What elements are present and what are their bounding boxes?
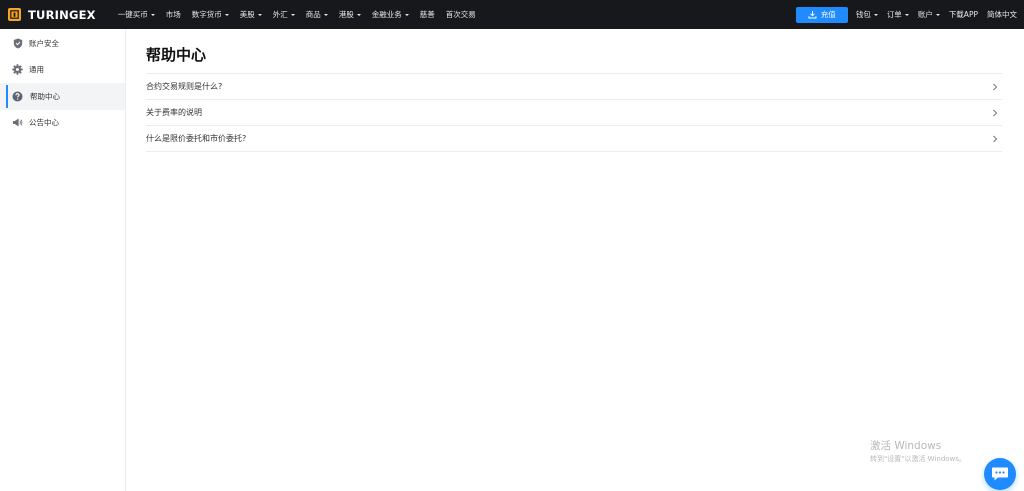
sidebar-item-label: 账户安全 bbox=[29, 38, 59, 48]
support-chat-button[interactable] bbox=[984, 458, 1016, 490]
faq-list: 合约交易规则是什么? 关于费率的说明 什么是限价委托和市价委托? bbox=[146, 73, 1002, 152]
caret-down-icon bbox=[257, 13, 262, 16]
watermark-title: 激活 Windows bbox=[870, 440, 942, 452]
nav-item-label: 美股 bbox=[239, 10, 255, 19]
sidebar-item-announcements[interactable]: 公告中心 bbox=[0, 110, 125, 137]
nav-item-first-trade[interactable]: 首次交易 bbox=[446, 9, 476, 20]
download-app-link[interactable]: 下载APP bbox=[949, 9, 978, 20]
caret-down-icon bbox=[935, 13, 940, 16]
caret-down-icon bbox=[356, 13, 361, 16]
language-label: 简体中文 bbox=[987, 10, 1017, 19]
orders-menu[interactable]: 订单 bbox=[887, 9, 909, 20]
account-label: 账户 bbox=[917, 10, 933, 19]
caret-down-icon bbox=[323, 13, 328, 16]
nav-item-forex[interactable]: 外汇 bbox=[273, 9, 295, 20]
brand-logo[interactable]: TURINGEX bbox=[8, 0, 96, 29]
account-menu[interactable]: 账户 bbox=[918, 9, 940, 20]
logo-icon bbox=[8, 8, 21, 21]
question-icon bbox=[12, 91, 23, 102]
caret-down-icon bbox=[873, 13, 878, 16]
chevron-right-icon bbox=[993, 83, 998, 90]
right-nav: 充值 钱包 订单 账户 下载APP 简体中文 bbox=[795, 0, 1017, 29]
nav-item-commodities[interactable]: 商品 bbox=[306, 9, 328, 20]
page-title: 帮助中心 bbox=[146, 46, 207, 64]
nav-item-label: 慈善 bbox=[419, 10, 435, 19]
faq-item[interactable]: 关于费率的说明 bbox=[146, 100, 1002, 126]
sidebar-item-general[interactable]: 通用 bbox=[0, 57, 125, 84]
top-navbar: TURINGEX 一键买币 市场 数字货币 美股 外汇 商品 港股 金融业务 慈… bbox=[0, 0, 1024, 29]
nav-item-quick-buy[interactable]: 一键买币 bbox=[118, 9, 155, 20]
main-nav: 一键买币 市场 数字货币 美股 外汇 商品 港股 金融业务 慈善 首次交易 bbox=[118, 0, 487, 29]
orders-label: 订单 bbox=[886, 10, 902, 19]
nav-item-us-stocks[interactable]: 美股 bbox=[240, 9, 262, 20]
nav-item-hk-stocks[interactable]: 港股 bbox=[339, 9, 361, 20]
chat-bubble-icon bbox=[992, 467, 1008, 481]
megaphone-icon bbox=[12, 117, 23, 128]
sidebar-item-help-center[interactable]: 帮助中心 bbox=[0, 83, 125, 110]
nav-item-label: 外汇 bbox=[272, 10, 288, 19]
shield-icon bbox=[12, 38, 23, 49]
nav-item-label: 市场 bbox=[165, 10, 181, 19]
chevron-right-icon bbox=[993, 109, 998, 116]
windows-activation-watermark: 激活 Windows 转到"设置"以激活 Windows。 bbox=[870, 439, 966, 464]
caret-down-icon bbox=[904, 13, 909, 16]
nav-item-crypto[interactable]: 数字货币 bbox=[192, 9, 229, 20]
deposit-label: 充值 bbox=[820, 10, 836, 19]
deposit-button[interactable]: 充值 bbox=[795, 6, 848, 23]
caret-down-icon bbox=[150, 13, 155, 16]
watermark-subtitle: 转到"设置"以激活 Windows。 bbox=[870, 455, 966, 463]
nav-item-label: 数字货币 bbox=[191, 10, 222, 19]
faq-item-label: 合约交易规则是什么? bbox=[146, 82, 223, 91]
language-selector[interactable]: 简体中文 bbox=[987, 9, 1017, 20]
sidebar: 账户安全 通用 帮助中心 公告中心 bbox=[0, 29, 126, 491]
sidebar-item-label: 帮助中心 bbox=[30, 91, 60, 101]
nav-item-market[interactable]: 市场 bbox=[166, 9, 181, 20]
nav-item-financial-services[interactable]: 金融业务 bbox=[372, 9, 409, 20]
sidebar-item-label: 公告中心 bbox=[29, 118, 59, 128]
nav-item-charity[interactable]: 慈善 bbox=[420, 9, 435, 20]
download-icon bbox=[808, 11, 817, 19]
faq-item[interactable]: 什么是限价委托和市价委托? bbox=[146, 126, 1002, 152]
brand-name: TURINGEX bbox=[28, 7, 96, 22]
caret-down-icon bbox=[224, 13, 229, 16]
nav-item-label: 一键买币 bbox=[117, 10, 148, 19]
caret-down-icon bbox=[290, 13, 295, 16]
wallet-label: 钱包 bbox=[855, 10, 871, 19]
caret-down-icon bbox=[404, 13, 409, 16]
chevron-right-icon bbox=[993, 135, 998, 142]
faq-item[interactable]: 合约交易规则是什么? bbox=[146, 74, 1002, 100]
wallet-menu[interactable]: 钱包 bbox=[856, 9, 878, 20]
faq-item-label: 什么是限价委托和市价委托? bbox=[146, 134, 247, 143]
download-app-label: 下载APP bbox=[948, 10, 978, 19]
faq-item-label: 关于费率的说明 bbox=[146, 108, 202, 117]
nav-item-label: 首次交易 bbox=[445, 10, 476, 19]
sidebar-item-account-security[interactable]: 账户安全 bbox=[0, 30, 125, 57]
main-content: 帮助中心 合约交易规则是什么? 关于费率的说明 什么是限价委托和市价委托? bbox=[146, 29, 1002, 152]
gear-icon bbox=[12, 64, 23, 75]
sidebar-item-label: 通用 bbox=[29, 65, 44, 75]
nav-item-label: 港股 bbox=[338, 10, 354, 19]
nav-item-label: 金融业务 bbox=[371, 10, 402, 19]
nav-item-label: 商品 bbox=[305, 10, 321, 19]
